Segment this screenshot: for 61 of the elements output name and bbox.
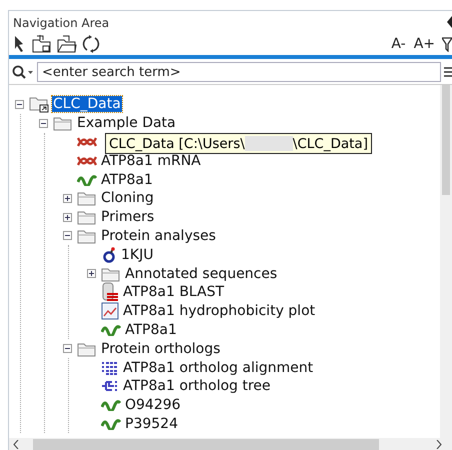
tree-item[interactable]: P39524 <box>124 416 179 432</box>
protein-sequence-icon <box>101 324 121 336</box>
expand-icon[interactable] <box>87 269 96 278</box>
tree-item[interactable]: ATP8a1 mRNA <box>100 152 202 169</box>
molecule-structure-icon <box>101 246 117 263</box>
tree-item[interactable]: Cloning <box>100 190 155 206</box>
tree-item[interactable]: Protein analyses <box>100 228 217 244</box>
tree-item[interactable]: ATP8a1 hydrophobicity plot <box>122 303 316 320</box>
dna-sequence-icon <box>77 136 97 148</box>
tree-item[interactable]: ATP8a1 ortholog alignment <box>122 360 314 376</box>
protein-sequence-icon <box>101 399 121 412</box>
database-icon <box>101 282 119 302</box>
tooltip-text: \CLC_Data] <box>292 136 368 152</box>
font-size-button[interactable]: A- <box>389 36 408 52</box>
open-folder-icon[interactable] <box>57 35 77 53</box>
scrollbar-thumb[interactable] <box>33 439 379 450</box>
collapse-icon[interactable] <box>15 100 24 109</box>
tree-item[interactable]: ATP8a1 <box>124 322 178 338</box>
tree-item[interactable]: Protein orthologs <box>100 340 222 357</box>
filter-icon[interactable] <box>442 36 452 52</box>
tree-item[interactable]: Primers <box>100 209 156 226</box>
panel-title: Navigation Area <box>13 16 110 32</box>
protein-sequence-icon <box>77 174 97 186</box>
font-size-button[interactable]: A+ <box>412 36 437 52</box>
horizontal-scrollbar[interactable] <box>9 438 452 450</box>
collapse-icon[interactable] <box>63 344 72 354</box>
tree-item[interactable]: ATP8a1 ortholog tree <box>122 378 272 394</box>
line-chart-icon <box>101 302 119 320</box>
tooltip-text: CLC_Data [C:\Users\ <box>109 136 245 152</box>
tree-item[interactable]: ATP8a1 <box>100 172 154 188</box>
folder-icon <box>101 266 121 282</box>
folder-icon <box>77 190 97 206</box>
scrollbar-thumb[interactable] <box>442 85 450 195</box>
new-folder-icon[interactable] <box>32 35 52 53</box>
folder-icon <box>77 228 97 244</box>
expand-icon[interactable] <box>63 212 72 222</box>
folder-icon <box>53 115 73 132</box>
scroll-right-icon[interactable] <box>436 440 442 449</box>
tree-item[interactable]: O94296 <box>124 397 182 414</box>
menu-icon[interactable] <box>444 66 452 78</box>
folder-shortcut-icon <box>29 95 49 114</box>
redaction-block <box>244 136 293 151</box>
collapse-icon[interactable] <box>39 118 48 128</box>
search-field[interactable]: <enter search term> <box>37 62 441 82</box>
folder-icon <box>77 340 97 357</box>
protein-sequence-icon <box>101 418 121 430</box>
tree-item[interactable]: CLC_Data <box>52 96 122 112</box>
search-icon[interactable] <box>12 65 34 79</box>
vertical-scrollbar[interactable] <box>440 85 452 438</box>
collapse-icon[interactable] <box>63 231 72 240</box>
tree-item[interactable]: Annotated sequences <box>124 266 278 282</box>
tree-item[interactable]: 1KJU <box>120 246 154 263</box>
dna-sequence-icon <box>77 154 97 167</box>
refresh-icon[interactable] <box>82 35 100 53</box>
scroll-left-icon[interactable] <box>13 440 19 449</box>
phylogenetic-tree-icon <box>101 379 119 394</box>
folder-icon <box>77 209 97 226</box>
expand-icon[interactable] <box>63 194 72 203</box>
alignment-icon <box>101 360 119 375</box>
tree-item[interactable]: Example Data <box>76 115 177 132</box>
tree-item[interactable]: ATP8a1 BLAST <box>122 284 226 300</box>
